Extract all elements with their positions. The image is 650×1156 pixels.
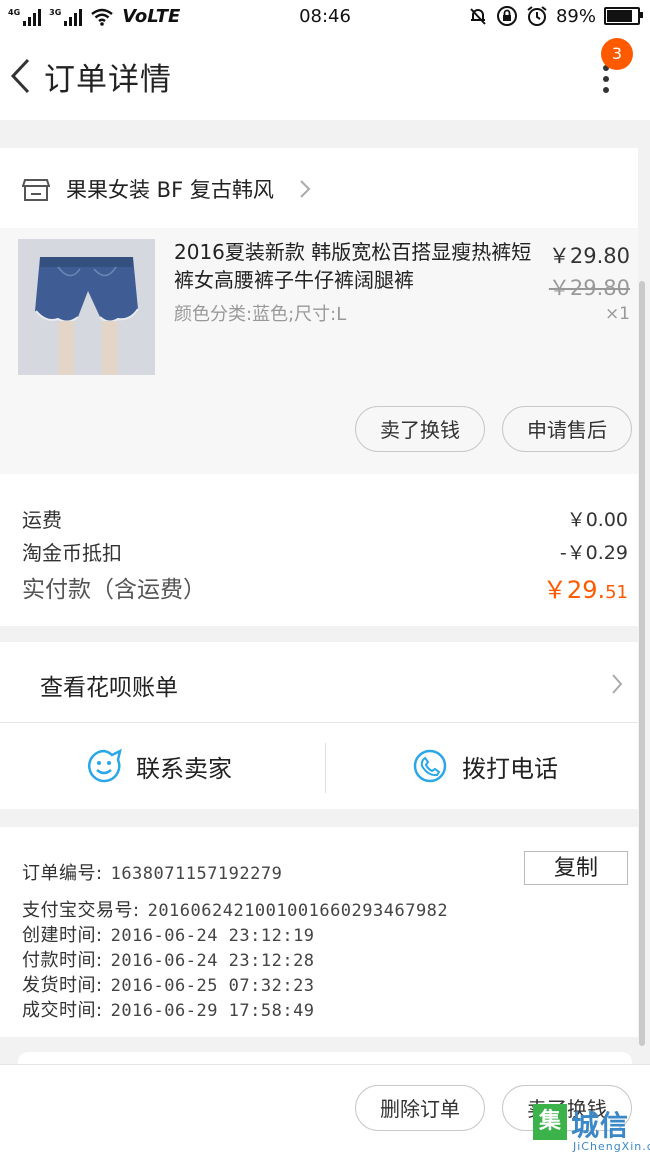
info-value: 1638071157192279 [110, 864, 283, 884]
shop-name[interactable]: 果果女装 BF 复古韩风 [66, 174, 274, 204]
total-decimal: 51 [605, 582, 628, 603]
product-quantity: ×1 [604, 304, 630, 324]
call-phone-label: 拨打电话 [462, 754, 558, 783]
chevron-right-icon [300, 180, 311, 198]
contact-seller-label: 联系卖家 [136, 754, 232, 783]
huabei-bill-row[interactable]: 查看花呗账单 [0, 642, 638, 722]
denim-shorts-image [18, 239, 155, 375]
watermark-subtitle: JiChengXin.com [573, 1140, 650, 1153]
store-icon [22, 179, 50, 201]
status-right: 89% [468, 5, 643, 27]
phone-icon [413, 749, 447, 783]
watermark-title: 城信 [571, 1109, 630, 1142]
battery-icon [604, 7, 643, 25]
call-phone-button[interactable]: 拨打电话 [412, 723, 558, 809]
paid-time-row: 付款时间: 2016-06-24 23:12:28 [22, 946, 315, 972]
back-arrow-icon[interactable] [8, 56, 32, 96]
info-value: 2016-06-24 23:12:28 [110, 951, 315, 971]
battery-percent: 89% [555, 5, 596, 27]
shipping-label: 运费 [22, 508, 62, 532]
order-number-row: 订单编号: 1638071157192279 [22, 859, 282, 885]
total-main: ￥29. [542, 576, 606, 604]
completed-time-row: 成交时间: 2016-06-29 17:58:49 [22, 996, 315, 1022]
info-label: 订单编号: [22, 863, 103, 884]
info-label: 创建时间: [22, 925, 103, 946]
total-paid-label: 实付款（含运费） [22, 577, 206, 603]
huabei-bill-label: 查看花呗账单 [40, 675, 178, 701]
contact-row: 联系卖家 拨打电话 [0, 723, 638, 809]
fee-summary: 运费 ￥0.00 淘金币抵扣 -￥0.29 实付款（含运费） ￥29.51 [0, 474, 638, 626]
product-original-price: ￥29.80 [548, 276, 630, 300]
shop-row[interactable]: 果果女装 BF 复古韩风 [0, 148, 638, 228]
info-label: 发货时间: [22, 975, 103, 996]
chevron-right-icon [612, 674, 623, 694]
coin-deduction-label: 淘金币抵扣 [22, 541, 122, 565]
rotation-lock-icon [496, 6, 517, 26]
shipped-time-row: 发货时间: 2016-06-25 07:32:23 [22, 971, 315, 997]
info-value: 2016-06-29 17:58:49 [110, 1001, 315, 1021]
created-time-row: 创建时间: 2016-06-24 23:12:19 [22, 921, 315, 947]
product-spec: 颜色分类:蓝色;尺寸:L [174, 304, 347, 325]
scrollbar[interactable] [639, 281, 645, 1046]
shipping-value: ￥0.00 [566, 509, 628, 531]
product-title[interactable]: 2016夏装新款 韩版宽松百搭显瘦热裤短裤女高腰裤子牛仔裤阔腿裤 [174, 238, 536, 294]
info-value: 2016062421001001660293467982 [147, 901, 449, 921]
info-label: 付款时间: [22, 950, 103, 971]
sell-for-cash-button[interactable]: 卖了换钱 [355, 406, 485, 452]
order-info: 订单编号: 1638071157192279 复制 支付宝交易号: 20160624… [0, 827, 638, 1037]
status-bar: 4G 3G VoLTE 08:46 89% [0, 0, 650, 34]
info-label: 成交时间: [22, 1000, 103, 1021]
contact-seller-button[interactable]: 联系卖家 [86, 723, 232, 809]
alarm-icon [527, 6, 547, 26]
alipay-trade-row: 支付宝交易号: 2016062421001001660293467982 [22, 896, 448, 922]
info-label: 支付宝交易号: [22, 900, 140, 921]
app-header: 订单详情 3 [0, 34, 650, 120]
mute-bell-icon [470, 8, 486, 25]
product-price: ￥29.80 [548, 244, 630, 268]
site-watermark-logo: 集 城信 JiChengXin.com [533, 1104, 650, 1154]
watermark-mark: 集 [533, 1104, 567, 1140]
total-paid-value: ￥29.51 [543, 570, 628, 605]
coin-deduction-value: -￥0.29 [559, 542, 628, 564]
apply-after-sale-button[interactable]: 申请售后 [502, 406, 632, 452]
page-title: 订单详情 [44, 62, 172, 98]
product-image[interactable] [18, 239, 155, 375]
delete-order-button[interactable]: 删除订单 [355, 1085, 485, 1131]
chat-face-icon [88, 748, 122, 783]
copy-button[interactable]: 复制 [524, 851, 628, 885]
info-value: 2016-06-24 23:12:19 [110, 926, 315, 946]
notification-badge: 3 [601, 38, 633, 70]
vertical-divider [325, 743, 326, 793]
info-value: 2016-06-25 07:32:23 [110, 976, 315, 996]
product-item[interactable]: 2016夏装新款 韩版宽松百搭显瘦热裤短裤女高腰裤子牛仔裤阔腿裤 颜色分类:蓝色… [0, 228, 638, 474]
